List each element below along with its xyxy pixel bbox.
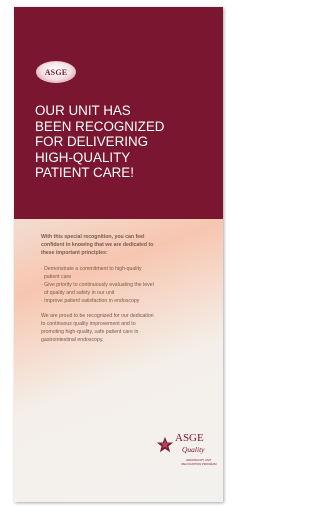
headline-line: OUR UNIT HAS <box>35 103 131 118</box>
headline-line: FOR DELIVERING <box>35 134 149 150</box>
badge-title: ASGE <box>175 432 204 444</box>
header-panel: ASGE OUR UNIT HAS BEEN RECOGNIZED FOR DE… <box>14 7 223 219</box>
closing-line: We are proud to be recognized for our de… <box>41 313 154 319</box>
principle-line: · Give priority to continuously evaluati… <box>41 282 154 288</box>
headline-line: HIGH-QUALITY <box>35 149 131 165</box>
intro-paragraph: With this special recognition, you can f… <box>41 233 211 257</box>
intro-line: these important principles: <box>41 250 108 256</box>
principle-line: of quality and safety in our unit <box>44 290 115 296</box>
intro-line: confident in knowing that we are dedicat… <box>41 242 154 248</box>
principle-line: patient care <box>44 274 72 280</box>
closing-line: to continuous quality improvement and to <box>41 321 136 327</box>
asge-logo-text: ASGE <box>44 67 68 77</box>
asge-logo: ASGE <box>36 61 76 83</box>
badge-subtitle: Quality <box>182 445 205 454</box>
closing-paragraph: We are proud to be recognized for our de… <box>41 312 211 344</box>
brochure-panel: ASGE OUR UNIT HAS BEEN RECOGNIZED FOR DE… <box>14 7 223 502</box>
headline-line: PATIENT CARE! <box>35 165 134 181</box>
closing-line: gastrointestinal endoscopy. <box>41 337 104 343</box>
headline-line: BEEN RECOGNIZED <box>35 118 165 134</box>
star-icon <box>156 436 174 453</box>
headline: OUR UNIT HAS BEEN RECOGNIZED FOR DELIVER… <box>35 103 217 181</box>
badge-caption-line: RECOGNITION PROGRAM <box>181 462 217 466</box>
principle-line: · Demonstrate a commitment to high-quali… <box>41 266 142 272</box>
closing-line: promoting high-quality, safe patient car… <box>41 329 139 335</box>
principles-list: · Demonstrate a commitment to high-quali… <box>41 265 211 305</box>
principle-line: · Improve patient satisfaction in endosc… <box>41 298 140 304</box>
intro-line: With this special recognition, you can f… <box>41 234 145 240</box>
